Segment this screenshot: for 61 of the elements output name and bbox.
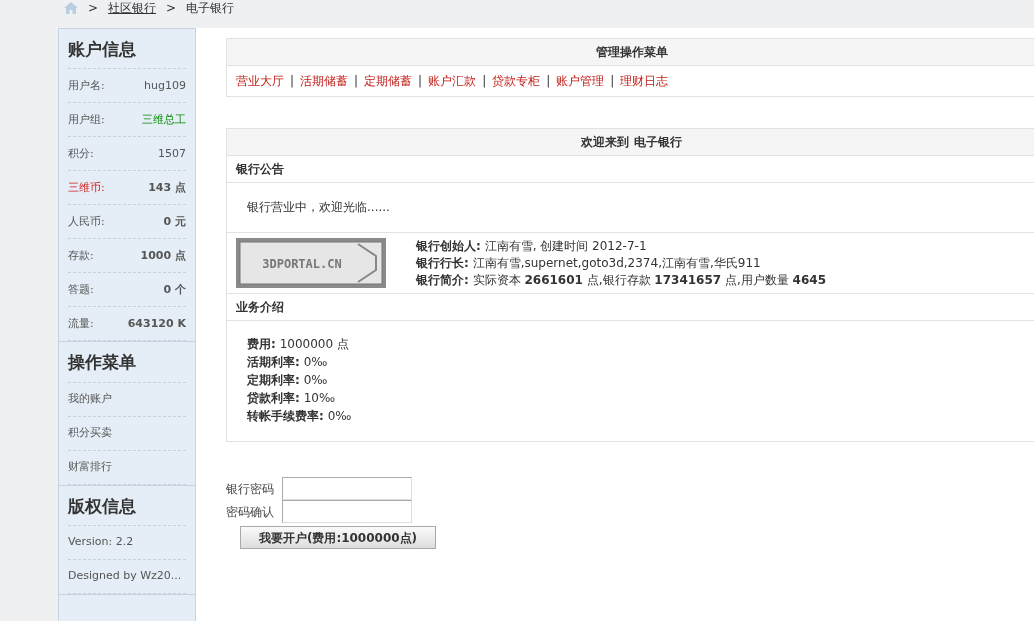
link-separator: |	[418, 73, 423, 90]
info-value: 143 点	[148, 179, 186, 196]
copyright-text: Version: 2.2	[68, 534, 134, 551]
menu-link[interactable]: 贷款专柜	[492, 72, 541, 90]
info-value: hug109	[144, 77, 186, 94]
link-separator: |	[610, 73, 615, 90]
intro-line: 转帐手续费率: 0‰	[247, 408, 353, 425]
notice-text: 银行营业中，欢迎光临......	[227, 183, 1034, 233]
info-value: 1507	[158, 145, 186, 162]
bank-info-line: 银行简介: 实际资本 2661601 点,银行存款 17341657 点,用户数量 4645	[416, 272, 826, 289]
info-label: 存款:	[68, 247, 94, 264]
link-separator: |	[546, 73, 551, 90]
section-heading: 业务介绍	[227, 294, 1034, 321]
field-label: 密码确认	[226, 503, 275, 521]
info-label: 用户组:	[68, 111, 105, 128]
section-heading: 银行公告	[227, 156, 1034, 183]
info-label: 积分:	[68, 145, 94, 162]
breadcrumb-separator: >	[88, 2, 99, 14]
password-field[interactable]	[282, 500, 412, 523]
intro-line: 贷款利率: 10‰	[247, 390, 336, 407]
sidebar-menu-link[interactable]: 财富排行	[68, 459, 112, 476]
info-value: 643120 K	[127, 315, 186, 332]
info-label: 用户名:	[68, 77, 105, 94]
section-title: 账户信息	[68, 29, 186, 70]
menu-link[interactable]: 定期储蓄	[364, 72, 413, 90]
info-value: 三维总工	[142, 111, 186, 128]
info-value: 0 元	[163, 213, 186, 230]
info-value: 0 个	[163, 281, 186, 298]
info-label: 流量:	[68, 315, 94, 332]
field-label: 银行密码	[226, 480, 275, 498]
copyright-text: Designed by Wz20...	[68, 568, 182, 585]
menu-link[interactable]: 活期储蓄	[300, 72, 349, 90]
home-icon[interactable]	[64, 2, 78, 14]
link-separator: |	[482, 73, 487, 90]
panel-title: 管理操作菜单	[227, 39, 1034, 66]
breadcrumb-separator: >	[166, 2, 177, 14]
panel-title: 欢迎来到 电子银行	[227, 129, 1034, 156]
menu-link[interactable]: 理财日志	[620, 72, 669, 90]
sidebar-menu-link[interactable]: 积分买卖	[68, 425, 112, 442]
breadcrumb-current: 电子银行	[186, 2, 235, 14]
intro-line: 费用: 1000000 点	[247, 336, 350, 353]
password-field[interactable]	[282, 477, 412, 500]
info-value: 1000 点	[140, 247, 186, 264]
sidebar-menu-link[interactable]: 我的账户	[68, 391, 112, 408]
bank-info-line: 银行创始人: 江南有雪, 创建时间 2012-7-1	[416, 238, 648, 255]
breadcrumb-link[interactable]: 社区银行	[108, 2, 157, 14]
open-account-button[interactable]: 我要开户(费用:1000000点)	[240, 526, 436, 549]
info-label: 人民币:	[68, 213, 105, 230]
link-separator: |	[290, 73, 295, 90]
link-separator: |	[354, 73, 359, 90]
intro-line: 定期利率: 0‰	[247, 372, 329, 389]
menu-link[interactable]: 账户管理	[556, 72, 605, 90]
section-title: 版权信息	[68, 485, 186, 527]
menu-link[interactable]: 账户汇款	[428, 72, 477, 90]
menu-link[interactable]: 营业大厅	[236, 72, 284, 90]
intro-line: 活期利率: 0‰	[247, 354, 329, 371]
bank-info-line: 银行行长: 江南有雪,supernet,goto3d,2374,江南有雪,华氏911	[416, 255, 762, 272]
section-title: 操作菜单	[68, 342, 186, 383]
info-label: 三维币:	[68, 179, 105, 196]
bank-logo: 3DPORTAL.CN	[236, 238, 386, 288]
info-label: 答题:	[68, 281, 94, 298]
